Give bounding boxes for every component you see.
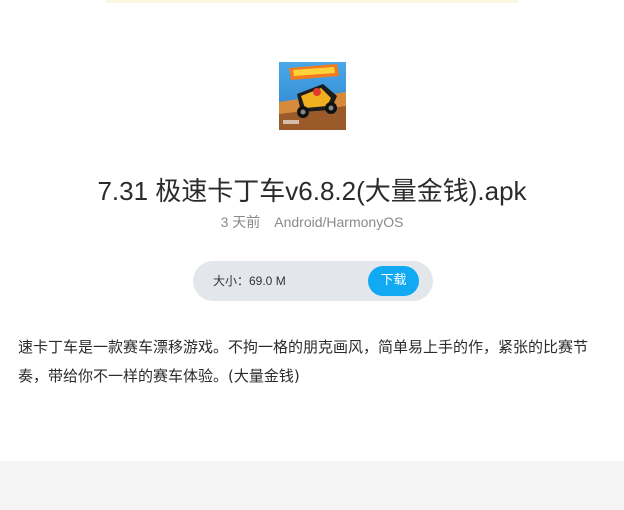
download-button[interactable]: 下载 xyxy=(368,266,419,296)
footer-area xyxy=(0,461,624,510)
racing-car-app-icon xyxy=(279,62,346,130)
page: 7.31 极速卡丁车v6.8.2(大量金钱).apk 3 天前 Android/H… xyxy=(0,0,624,510)
file-size: 大小：69.0 M xyxy=(213,274,286,288)
page-title: 7.31 极速卡丁车v6.8.2(大量金钱).apk xyxy=(97,176,527,206)
app-description: 速卡丁车是一款赛车漂移游戏。不拘一格的朋克画风，简单易上手的作，紧张的比赛节奏，… xyxy=(18,338,589,385)
platform-label: Android/HarmonyOS xyxy=(274,214,404,230)
app-meta: 3 天前 Android/HarmonyOS xyxy=(0,213,624,231)
download-bar: 大小：69.0 M 下载 xyxy=(193,261,433,301)
updated-time: 3 天前 xyxy=(220,214,261,230)
top-banner-strip xyxy=(106,0,518,3)
